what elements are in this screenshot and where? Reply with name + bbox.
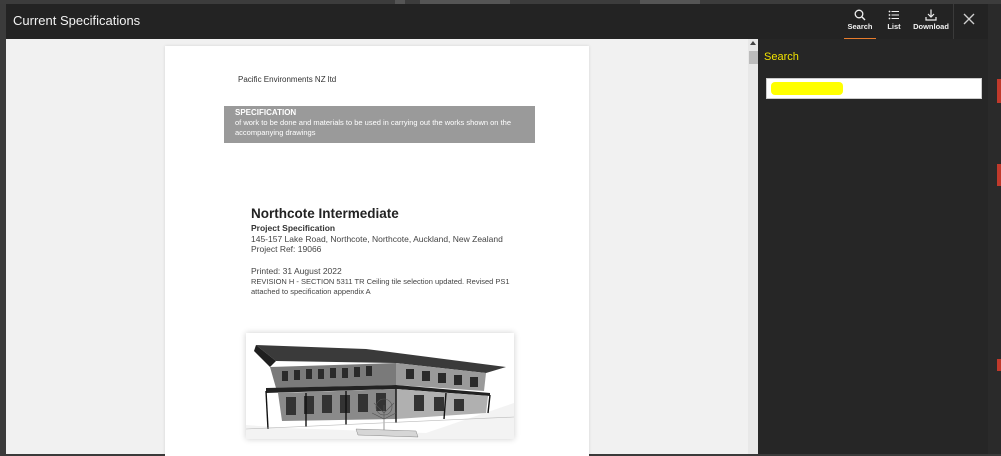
download-icon bbox=[925, 9, 937, 21]
search-field-container[interactable] bbox=[766, 78, 982, 99]
list-button-label: List bbox=[887, 22, 901, 31]
list-icon bbox=[888, 10, 899, 20]
header-divider bbox=[953, 4, 954, 39]
search-icon bbox=[854, 9, 866, 21]
revision-line1: REVISION H - SECTION 5311 TR Ceiling til… bbox=[251, 277, 510, 286]
printed-date: Printed: 31 August 2022 bbox=[251, 266, 342, 276]
specification-banner: SPECIFICATION of work to be done and mat… bbox=[224, 106, 535, 143]
close-icon[interactable] bbox=[962, 12, 976, 26]
banner-text-line1: of work to be done and materials to be u… bbox=[235, 118, 511, 127]
company-name: Pacific Environments NZ ltd bbox=[238, 75, 337, 84]
search-panel: Search bbox=[758, 39, 988, 454]
project-ref: Project Ref: 19066 bbox=[251, 244, 322, 254]
modal-title: Current Specifications bbox=[13, 13, 141, 28]
modal-header: Current Specifications Search List Downl… bbox=[6, 4, 988, 40]
scrollbar-thumb[interactable] bbox=[749, 51, 758, 64]
search-panel-heading: Search bbox=[764, 51, 799, 63]
document-viewer[interactable]: Pacific Environments NZ ltd SPECIFICATIO… bbox=[6, 39, 758, 456]
download-button-label: Download bbox=[913, 22, 949, 31]
scroll-up-arrow-icon[interactable] bbox=[750, 41, 756, 45]
banner-text-line2: accompanying drawings bbox=[235, 128, 316, 137]
document-page: Pacific Environments NZ ltd SPECIFICATIO… bbox=[165, 46, 589, 456]
specifications-modal: Current Specifications Search List Downl… bbox=[6, 4, 988, 456]
search-button-label: Search bbox=[847, 22, 873, 31]
project-subtitle: Project Specification bbox=[251, 223, 336, 233]
building-render-image bbox=[246, 333, 514, 439]
revision-note: REVISION H - SECTION 5311 TR Ceiling til… bbox=[251, 277, 541, 297]
list-button[interactable]: List bbox=[882, 7, 906, 39]
app-frame: Current Specifications Search List Downl… bbox=[0, 0, 1001, 456]
revision-line2: attached to specification appendix A bbox=[251, 287, 371, 296]
download-button[interactable]: Download bbox=[911, 7, 951, 39]
background-right-edge bbox=[988, 4, 1001, 454]
search-redaction-highlight bbox=[771, 82, 843, 95]
project-address: 145-157 Lake Road, Northcote, Northcote,… bbox=[251, 234, 503, 244]
banner-heading: SPECIFICATION bbox=[235, 108, 297, 117]
search-button[interactable]: Search bbox=[844, 7, 876, 40]
project-title: Northcote Intermediate bbox=[251, 206, 399, 221]
